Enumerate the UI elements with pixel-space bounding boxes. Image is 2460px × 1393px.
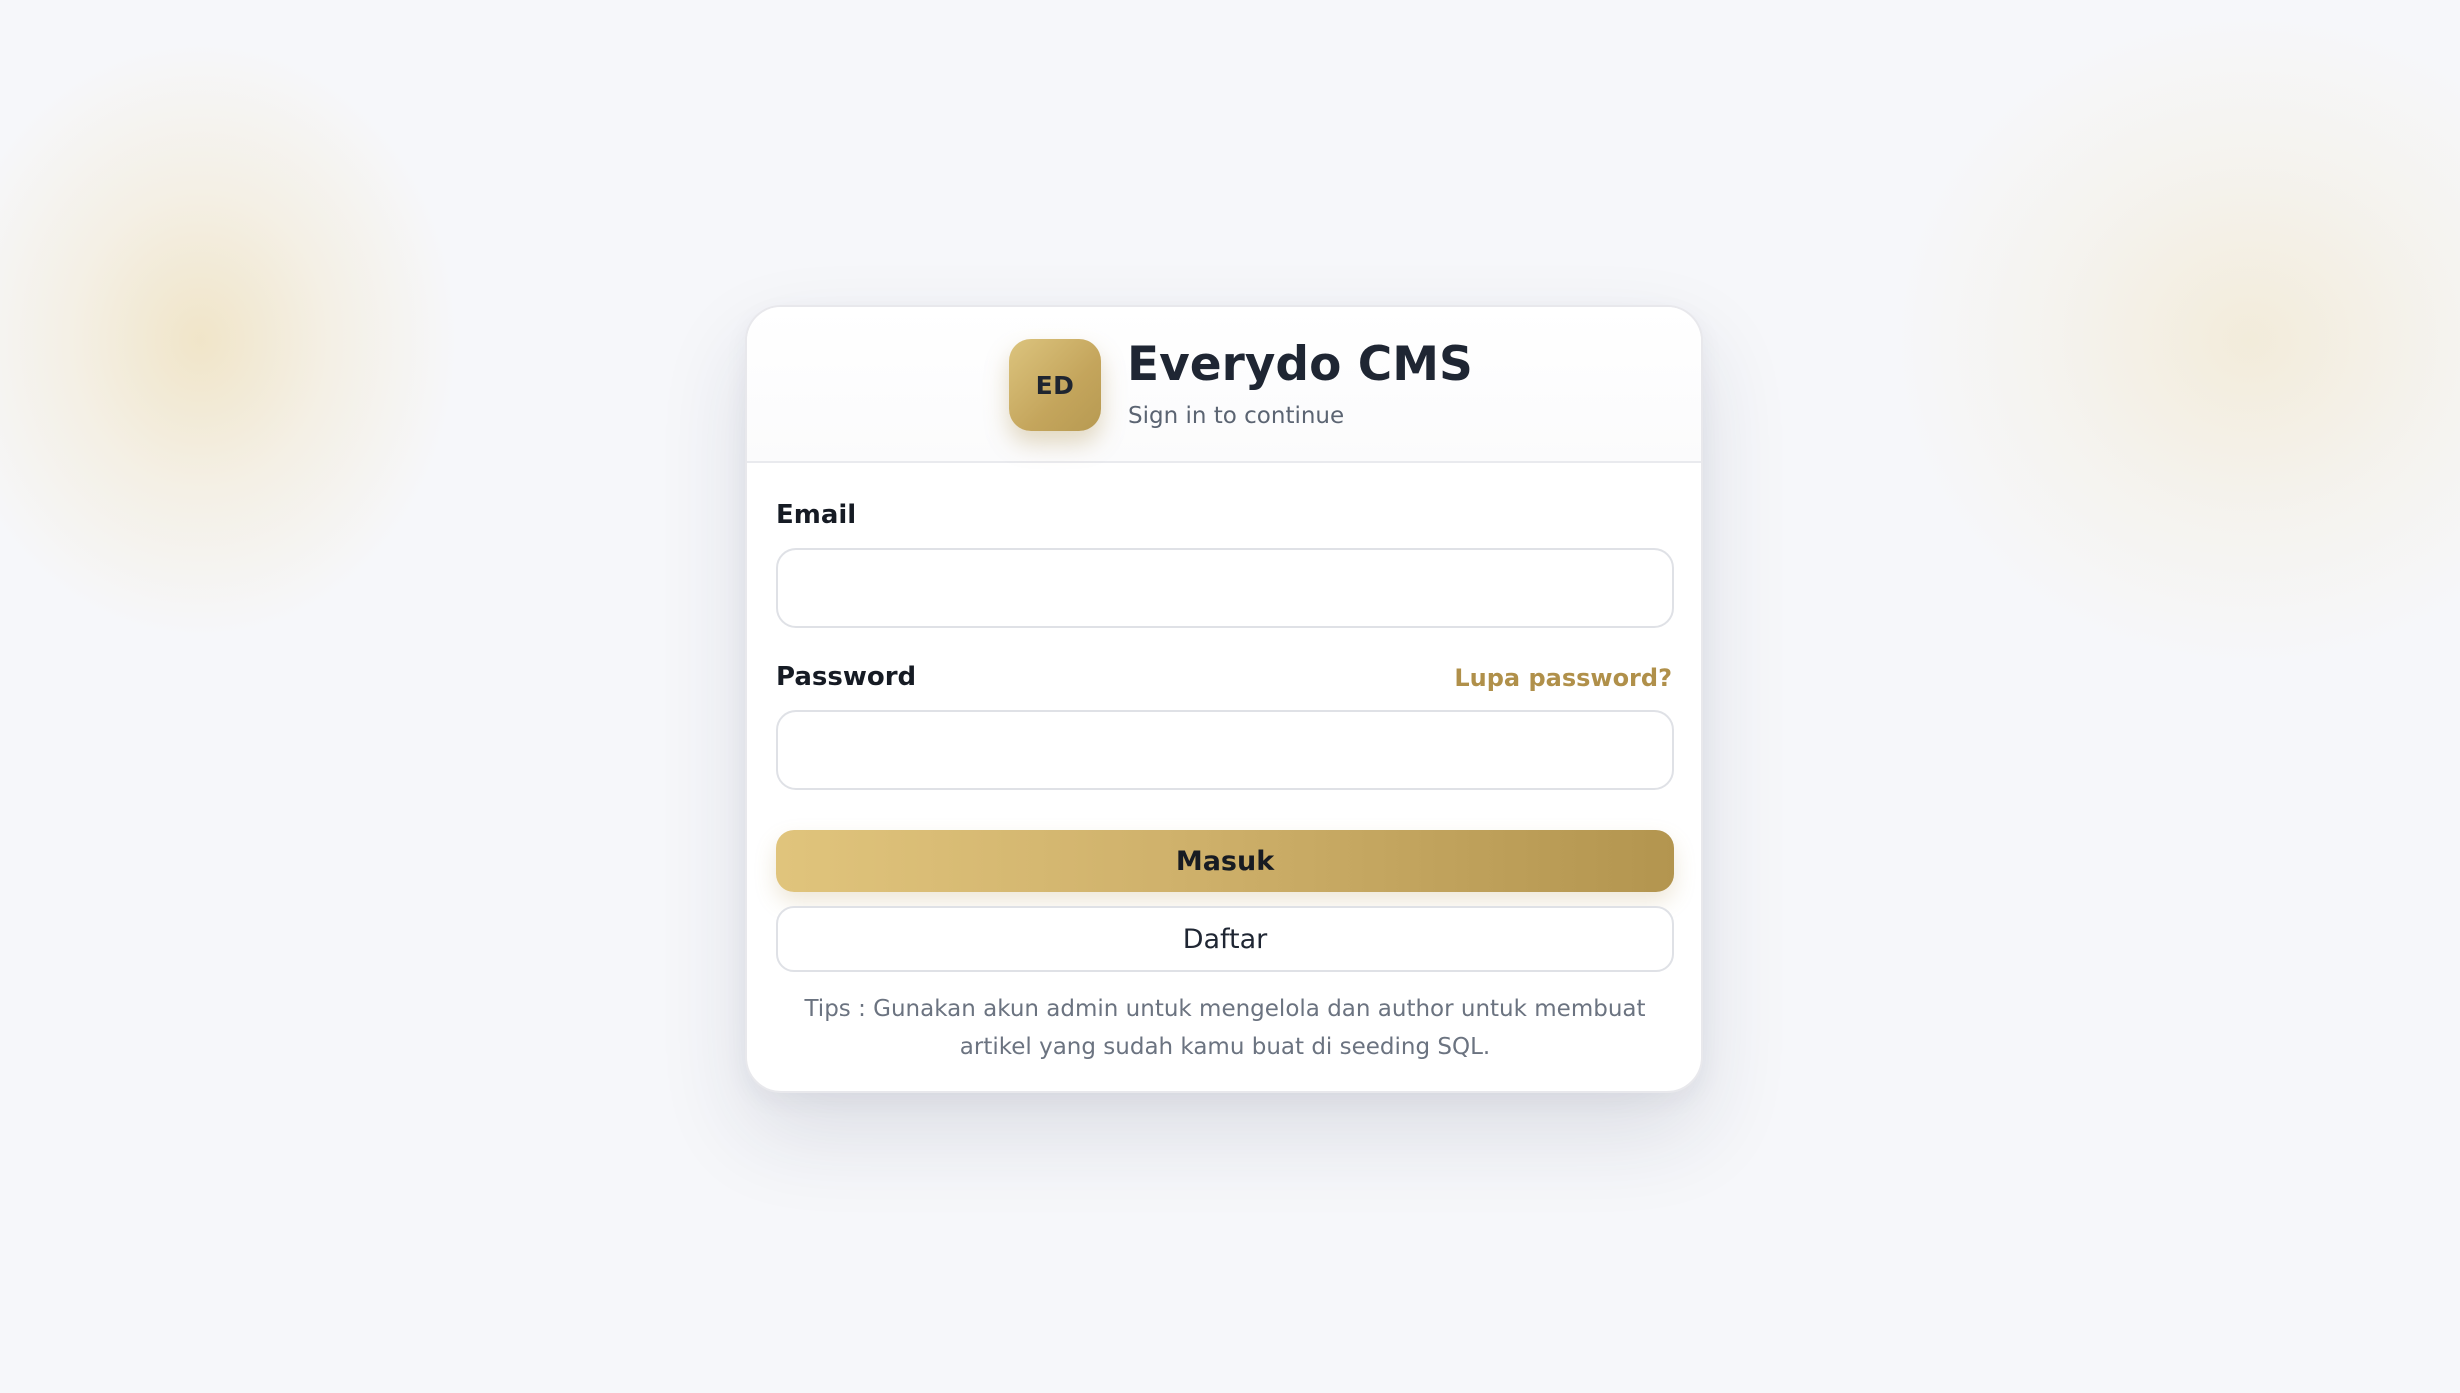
- login-page: ED Everydo CMS Sign in to continue Email…: [0, 0, 2460, 1393]
- background-glow-left: [0, 40, 460, 640]
- forgot-password-link[interactable]: Lupa password?: [1454, 664, 1672, 692]
- login-button[interactable]: Masuk: [776, 830, 1674, 892]
- logo-initials: ED: [1035, 370, 1075, 400]
- app-title: Everydo CMS: [1127, 337, 1473, 392]
- email-label: Email: [776, 500, 857, 530]
- background-glow-right: [1900, 20, 2460, 660]
- app-subtitle: Sign in to continue: [1128, 403, 1345, 429]
- email-field[interactable]: [776, 548, 1674, 628]
- logo-badge-icon: ED: [1009, 339, 1101, 431]
- password-label: Password: [776, 662, 917, 692]
- login-card: ED Everydo CMS Sign in to continue Email…: [745, 305, 1703, 1093]
- register-button[interactable]: Daftar: [776, 906, 1674, 972]
- card-header: ED Everydo CMS Sign in to continue: [747, 307, 1701, 463]
- password-field[interactable]: [776, 710, 1674, 790]
- tips-text: Tips : Gunakan akun admin untuk mengelol…: [804, 996, 1646, 1060]
